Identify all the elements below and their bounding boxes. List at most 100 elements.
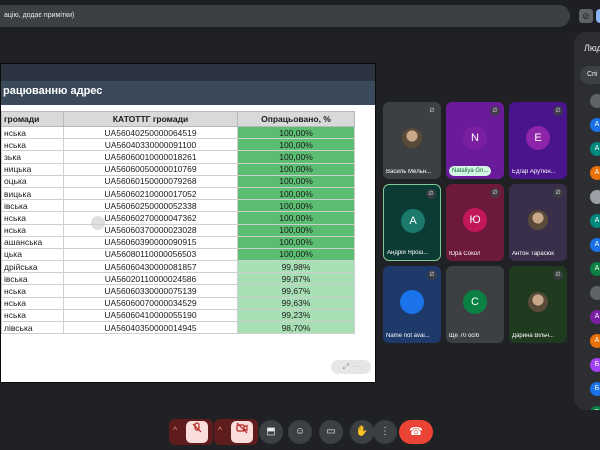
table-row: вицька UA56060210000017052 100,00% [1,186,355,201]
cell-code: UA56040250000064519 [63,125,238,140]
cell-code: UA56060390000090915 [63,235,238,249]
table-row: лівська UA56040350000014945 98,70% [1,320,355,335]
account-avatar[interactable] [596,9,600,23]
participant-tile[interactable]: ∅ Дарина Вільч... [509,266,567,343]
cell-community: нська [1,308,64,323]
participant-list-avatar[interactable]: A [590,214,600,228]
raise-hand-button[interactable]: ✋ [350,420,374,444]
camera-control-group[interactable]: ^ [214,419,258,445]
table-row: нська UA56040250000064519 100,00% [1,125,355,140]
captions-button[interactable]: ▭ [319,420,343,444]
participant-list-avatar[interactable] [590,94,600,108]
mic-muted-icon: ∅ [426,189,436,199]
cell-percent: 100,00% [237,162,355,176]
participant-tile[interactable]: ∅ A Андрій Ярош... [383,184,441,261]
cell-percent: 100,00% [237,211,355,225]
camera-off-icon[interactable] [231,421,253,443]
participant-list-avatar[interactable]: В [590,406,600,410]
cell-code: UA56060410000055190 [63,308,238,323]
participant-list-avatar[interactable] [590,190,600,204]
participant-tile[interactable]: ∅ E Едгар Арутюн... [509,102,567,179]
slide-header-strip [1,64,375,81]
hide-tile-icon[interactable]: ⊘ [579,9,593,23]
participant-tile[interactable]: ∅ Василь Мельн... [383,102,441,179]
participant-avatar: C [463,290,487,314]
end-call-button[interactable]: ☎ [399,420,433,444]
participant-list-avatar[interactable]: A [590,142,600,156]
participant-list-avatar[interactable]: A [590,166,600,180]
cell-code: UA56060270000047362 [63,211,238,225]
cell-community: івська [1,272,64,286]
table-row: ницька UA56060050000010769 100,00% [1,162,355,176]
top-bar: ацію, додає примітки) ⊘ [0,0,600,32]
cell-code: UA56040330000091100 [63,138,238,152]
cell-community: івська [1,199,64,213]
panel-tab[interactable]: Спі [580,66,600,84]
cell-code: UA56060150000079268 [63,174,238,188]
slide-zoom-control[interactable]: ⤢ ⋯ [331,360,371,374]
cell-community: нська [1,284,64,298]
participant-name: Nataliya Gn... [449,166,492,176]
cell-percent: 100,00% [237,247,355,262]
mic-control-group[interactable]: ^ [169,419,213,445]
cell-code: UA56060050000010769 [63,162,238,176]
slide-nav-button[interactable] [91,216,105,230]
mic-muted-icon: ∅ [553,270,563,280]
cell-code: UA56060330000075139 [63,284,238,298]
participant-list-avatar[interactable]: Б [590,358,600,372]
participant-tile[interactable]: C Ще 70 осіб [446,266,504,343]
more-options-button[interactable]: ⋮ [373,420,397,444]
mic-muted-icon: ∅ [553,106,563,116]
participant-photo [528,210,548,230]
participant-list-avatar[interactable] [590,286,600,300]
table-row: нська UA56060270000047362 100,00% [1,211,355,225]
participant-list-avatar[interactable]: A [590,262,600,276]
participant-list-avatar[interactable]: A [590,310,600,324]
participant-tile[interactable]: ∅ N Nataliya Gn... [446,102,504,179]
mic-off-icon[interactable] [186,421,208,443]
captions-icon: ▭ [326,426,336,437]
participant-avatar: A [401,209,425,233]
participant-name: Василь Мельн... [386,169,432,175]
participant-tile[interactable]: ∅ Ю Юра Сокол [446,184,504,261]
cell-community: нська [1,296,64,310]
cell-percent: 99,63% [237,296,355,310]
table-row: дрійська UA56060430000081857 99,98% [1,260,355,274]
cell-percent: 99,98% [237,260,355,274]
participant-avatar [400,290,424,314]
cell-percent: 100,00% [237,150,355,164]
cell-code: UA56060010000018261 [63,150,238,164]
participant-list-avatar[interactable]: A [590,238,600,252]
participant-list-avatar[interactable]: A [590,334,600,348]
cell-percent: 100,00% [237,199,355,213]
cell-percent: 100,00% [237,174,355,188]
participant-list-avatar[interactable]: Б [590,382,600,396]
present-icon: ⬒ [266,426,276,437]
participant-avatar: E [526,126,550,150]
participant-name: Андрій Ярош... [387,250,429,256]
participant-name: Едгар Арутюн... [512,169,556,175]
participant-tile[interactable]: ∅ Антон Тарасюк [509,184,567,261]
participant-name: Юра Сокол [449,251,481,257]
cell-percent: 99,87% [237,272,355,286]
cell-community: ашанська [1,235,64,249]
present-button[interactable]: ⬒ [259,420,283,444]
data-table: громади КАТОТТГ громади Опрацьовано, % н… [1,111,355,335]
participant-list-avatar[interactable]: A [590,118,600,132]
cell-code: UA56060370000023028 [63,223,238,237]
emoji-button[interactable]: ☺ [288,420,312,444]
cell-code: UA56040350000014945 [63,320,238,335]
table-row: нська UA56060330000075139 99,67% [1,284,355,298]
participant-name: Антон Тарасюк [512,251,554,257]
participant-tile[interactable]: ∅ Name not avai... [383,266,441,343]
panel-title: Люд [584,43,600,53]
cell-community: нська [1,125,64,140]
table-header-row: громади КАТОТТГ громади Опрацьовано, % [1,111,355,127]
cell-code: UA56060430000081857 [63,260,238,274]
end-call-icon: ☎ [409,426,423,438]
mic-options-chevron-icon[interactable]: ^ [173,425,177,435]
more-icon: ⋮ [380,426,390,437]
cell-percent: 100,00% [237,223,355,237]
table-row: оцька UA56060150000079268 100,00% [1,174,355,188]
camera-options-chevron-icon[interactable]: ^ [218,425,222,435]
